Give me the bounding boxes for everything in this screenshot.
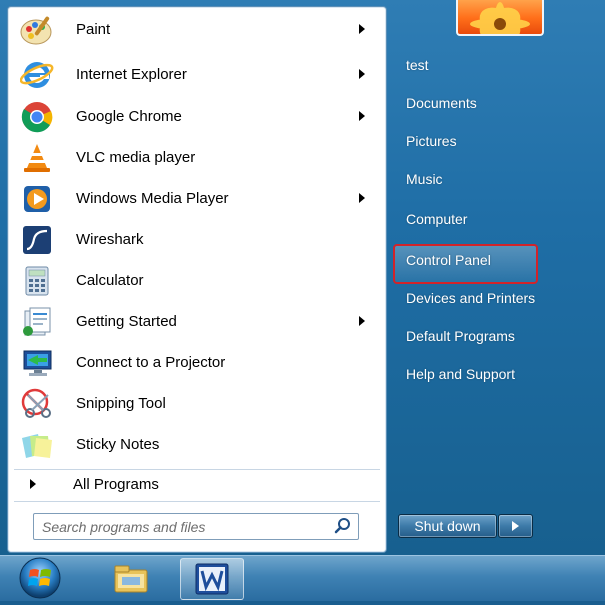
windows-explorer-icon: [112, 562, 150, 601]
search-box[interactable]: [33, 513, 359, 540]
program-item-google-chrome[interactable]: Google Chrome: [8, 96, 386, 137]
wireshark-icon: [20, 223, 54, 257]
link-help-support[interactable]: Help and Support: [406, 366, 515, 382]
start-orb-icon[interactable]: [14, 556, 66, 600]
link-user-folder[interactable]: test: [406, 57, 429, 73]
program-item-sticky-notes[interactable]: Sticky Notes: [8, 424, 386, 465]
taskbar-explorer-button[interactable]: [100, 558, 162, 598]
word-icon: [193, 562, 231, 601]
all-programs-button[interactable]: All Programs: [8, 469, 386, 499]
start-menu: Paint Internet Explorer Google Chrome VL…: [0, 0, 605, 555]
program-item-vlc[interactable]: VLC media player: [8, 137, 386, 178]
program-item-internet-explorer[interactable]: Internet Explorer: [8, 54, 386, 95]
internet-explorer-icon: [19, 58, 54, 92]
program-label: Google Chrome: [76, 108, 182, 125]
shutdown-button[interactable]: Shut down: [398, 514, 497, 538]
programs-pane: Paint Internet Explorer Google Chrome VL…: [7, 6, 387, 553]
shutdown-options-button[interactable]: [498, 514, 533, 538]
program-label: Windows Media Player: [76, 190, 229, 207]
getting-started-icon: [20, 305, 54, 339]
program-label: Calculator: [76, 272, 144, 289]
sticky-notes-icon: [20, 428, 54, 462]
submenu-arrow-icon[interactable]: [359, 24, 365, 34]
program-label: Internet Explorer: [76, 66, 187, 83]
media-player-icon: [20, 182, 54, 216]
expand-arrow-icon: [30, 479, 36, 489]
user-picture[interactable]: [456, 0, 544, 36]
program-item-getting-started[interactable]: Getting Started: [8, 301, 386, 342]
calculator-icon: [20, 264, 54, 298]
scissors-icon: [20, 387, 54, 421]
link-default-programs[interactable]: Default Programs: [406, 328, 515, 344]
separator: [14, 501, 380, 502]
submenu-arrow-icon[interactable]: [359, 69, 365, 79]
program-item-windows-media-player[interactable]: Windows Media Player: [8, 178, 386, 219]
program-label: Sticky Notes: [76, 436, 160, 453]
submenu-arrow-icon[interactable]: [359, 111, 365, 121]
vlc-icon: [20, 141, 54, 175]
chrome-icon: [20, 100, 54, 134]
program-item-calculator[interactable]: Calculator: [8, 260, 386, 301]
all-programs-label: All Programs: [73, 476, 159, 493]
program-item-wireshark[interactable]: Wireshark: [8, 219, 386, 260]
link-computer[interactable]: Computer: [406, 211, 467, 227]
link-documents[interactable]: Documents: [406, 95, 477, 111]
program-item-snipping-tool[interactable]: Snipping Tool: [8, 383, 386, 424]
program-label: Paint: [76, 21, 111, 38]
link-music[interactable]: Music: [406, 171, 443, 187]
link-devices-printers[interactable]: Devices and Printers: [406, 290, 535, 306]
submenu-arrow-icon[interactable]: [359, 193, 365, 203]
paint-icon: [20, 13, 54, 47]
projector-icon: [20, 346, 54, 380]
link-pictures[interactable]: Pictures: [406, 133, 457, 149]
search-icon[interactable]: [334, 517, 352, 535]
taskbar: [0, 555, 605, 601]
search-input[interactable]: [40, 516, 324, 538]
taskbar-word-button[interactable]: [180, 558, 244, 600]
program-item-connect-projector[interactable]: Connect to a Projector: [8, 342, 386, 383]
link-control-panel[interactable]: Control Panel: [406, 252, 491, 268]
program-label: Wireshark: [76, 231, 144, 248]
program-item-paint[interactable]: Paint: [8, 9, 386, 50]
submenu-arrow-icon[interactable]: [359, 316, 365, 326]
program-label: Getting Started: [76, 313, 177, 330]
program-label: Snipping Tool: [76, 395, 166, 412]
program-label: VLC media player: [76, 149, 196, 166]
program-label: Connect to a Projector: [76, 354, 226, 371]
